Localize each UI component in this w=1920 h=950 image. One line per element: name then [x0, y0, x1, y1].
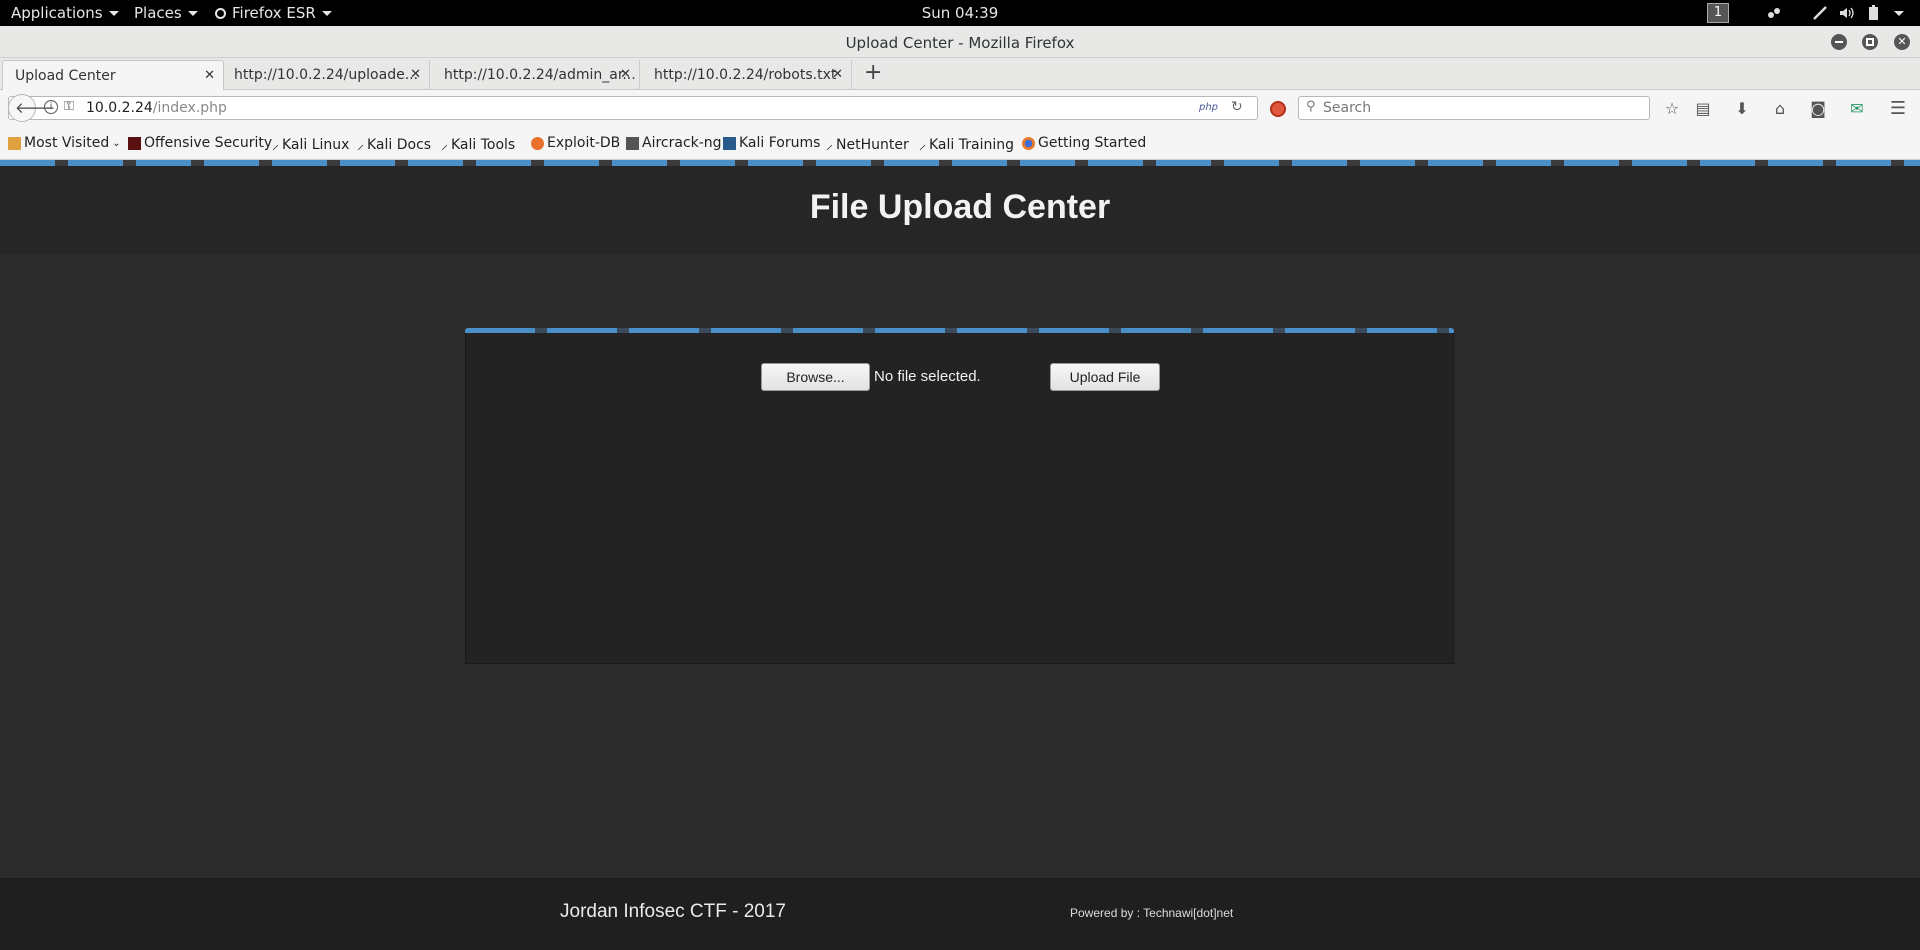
bookmark-most-visited[interactable]: Most Visited ⌄ — [8, 135, 121, 151]
bookmark-label: Kali Forums — [739, 135, 821, 151]
bookmark-label: Offensive Security — [144, 135, 273, 151]
footer-powered-by: Powered by : Technawi[dot]net — [1070, 906, 1234, 920]
forums-icon — [723, 136, 736, 150]
page-footer: Jordan Infosec CTF - 2017 Powered by : T… — [0, 878, 1920, 950]
tab-label: Upload Center — [15, 68, 116, 84]
exploitdb-icon — [531, 136, 544, 150]
tab-uploads[interactable]: http://10.0.2.24/uploade... ✕ — [222, 60, 430, 90]
page-header: File Upload Center — [0, 166, 1920, 254]
footer-ctf-title: Jordan Infosec CTF - 2017 — [560, 901, 786, 922]
upload-file-button[interactable]: Upload File — [1050, 363, 1160, 391]
offsec-icon — [128, 136, 141, 150]
kali-icon: ⸝ — [272, 137, 279, 153]
bookmark-label: Kali Docs — [367, 136, 432, 153]
minimize-icon — [1835, 41, 1843, 43]
kali-icon: ⸝ — [441, 137, 448, 153]
url-text[interactable]: 10.0.2.24/index.php — [86, 100, 227, 116]
bookmark-exploit-db[interactable]: Exploit-DB — [531, 135, 620, 151]
bookmark-offensive-security[interactable]: Offensive Security — [128, 135, 272, 151]
url-path: /index.php — [152, 100, 227, 116]
bookmark-getting-started[interactable]: Getting Started — [1022, 135, 1146, 151]
hamburger-menu-icon[interactable]: ☰ — [1889, 100, 1907, 118]
network-icon[interactable] — [1766, 5, 1782, 21]
reload-icon[interactable]: ↻ — [1231, 99, 1243, 115]
close-tab-icon[interactable]: ✕ — [620, 67, 631, 82]
tab-label: http://10.0.2.24/admin_ar... — [444, 67, 636, 83]
search-icon: ⚲ — [1306, 99, 1316, 114]
minimize-button[interactable] — [1831, 34, 1847, 50]
tab-robots[interactable]: http://10.0.2.24/robots.txt ✕ — [642, 60, 852, 90]
volume-icon[interactable] — [1838, 5, 1854, 21]
bookmark-star-icon[interactable]: ☆ — [1663, 100, 1681, 118]
extension-icon[interactable]: ✉ — [1848, 100, 1866, 118]
downloads-icon[interactable]: ⬇ — [1733, 100, 1751, 118]
back-button[interactable]: 🡐 — [8, 94, 55, 122]
page-title: File Upload Center — [809, 188, 1111, 226]
close-tab-icon[interactable]: ✕ — [204, 68, 215, 83]
php-badge: php — [1199, 102, 1219, 113]
reading-list-icon[interactable]: ▤ — [1694, 100, 1712, 118]
chevron-down-icon: ⌄ — [112, 137, 121, 149]
bookmark-kali-docs[interactable]: ⸝ Kali Docs — [357, 135, 431, 154]
bookmark-label: Kali Training — [929, 136, 1014, 153]
close-window-button[interactable]: ✕ — [1894, 34, 1910, 50]
pocket-icon[interactable]: ◙ — [1809, 100, 1827, 118]
url-host: 10.0.2.24 — [86, 100, 153, 116]
bookmark-nethunter[interactable]: ⸝ NetHunter — [826, 135, 909, 154]
upload-panel: Browse... No file selected. Upload File — [465, 328, 1454, 664]
tab-strip: Upload Center ✕ http://10.0.2.24/uploade… — [0, 58, 1920, 90]
home-icon[interactable]: ⌂ — [1771, 100, 1789, 118]
tab-label: http://10.0.2.24/robots.txt — [654, 67, 837, 83]
system-menu-chevron-icon[interactable] — [1894, 11, 1904, 16]
folder-icon — [8, 136, 21, 150]
new-tab-button[interactable]: + — [864, 60, 882, 85]
close-tab-icon[interactable]: ✕ — [832, 67, 843, 82]
system-top-bar: Applications Places Firefox ESR Sun 04:3… — [0, 0, 1920, 26]
bookmark-label: Aircrack-ng — [642, 135, 722, 151]
clock[interactable]: Sun 04:39 — [0, 4, 1920, 22]
navigation-bar: 🡐 i ⚿ 10.0.2.24/index.php php ↻ ⚲ Search… — [0, 90, 1920, 127]
close-tab-icon[interactable]: ✕ — [410, 67, 421, 82]
bookmark-kali-forums[interactable]: Kali Forums — [723, 135, 820, 151]
bookmark-kali-linux[interactable]: ⸝ Kali Linux — [272, 135, 349, 154]
maximize-icon — [1866, 38, 1874, 46]
file-status-text: No file selected. — [874, 368, 981, 385]
search-bar[interactable]: ⚲ Search — [1298, 96, 1650, 120]
browse-button[interactable]: Browse... — [761, 363, 870, 391]
connection-icon[interactable] — [1812, 5, 1828, 21]
tab-upload-center[interactable]: Upload Center ✕ — [2, 60, 224, 90]
info-icon[interactable]: i — [44, 100, 58, 114]
bookmark-label: Most Visited — [24, 135, 110, 151]
bookmarks-toolbar: Most Visited ⌄ Offensive Security ⸝ Kali… — [0, 127, 1920, 160]
page-content: File Upload Center Browse... No file sel… — [0, 160, 1920, 950]
bookmark-label: NetHunter — [836, 136, 909, 153]
bookmark-kali-training[interactable]: ⸝ Kali Training — [919, 135, 1014, 154]
aircrack-icon — [626, 136, 639, 150]
key-icon[interactable]: ⚿ — [64, 99, 74, 114]
workspace-indicator[interactable]: 1 — [1707, 3, 1729, 23]
window-title: Upload Center - Mozilla Firefox — [845, 34, 1075, 52]
bookmark-label: Kali Linux — [282, 136, 350, 153]
kali-icon: ⸝ — [826, 137, 833, 153]
bookmark-label: Getting Started — [1038, 135, 1147, 151]
tab-admin-area[interactable]: http://10.0.2.24/admin_ar... ✕ — [432, 60, 640, 90]
close-icon: ✕ — [1897, 35, 1907, 48]
bookmark-kali-tools[interactable]: ⸝ Kali Tools — [441, 135, 515, 154]
firefox-icon — [1022, 136, 1035, 150]
search-input[interactable]: Search — [1323, 100, 1371, 116]
battery-icon[interactable] — [1866, 5, 1882, 21]
tab-label: http://10.0.2.24/uploade... — [234, 67, 419, 83]
plus-icon: + — [864, 60, 883, 85]
bookmark-label: Exploit-DB — [547, 135, 621, 151]
ublock-icon[interactable] — [1270, 101, 1286, 117]
url-bar[interactable]: 🡐 i ⚿ 10.0.2.24/index.php php ↻ — [8, 94, 1258, 122]
kali-icon: ⸝ — [357, 137, 364, 153]
bookmark-label: Kali Tools — [451, 136, 516, 153]
maximize-button[interactable] — [1862, 34, 1878, 50]
panel-accent-stripe — [465, 328, 1454, 333]
bookmark-aircrack-ng[interactable]: Aircrack-ng — [626, 135, 722, 151]
kali-icon: ⸝ — [919, 137, 926, 153]
window-title-bar: Upload Center - Mozilla Firefox ✕ — [0, 26, 1920, 58]
